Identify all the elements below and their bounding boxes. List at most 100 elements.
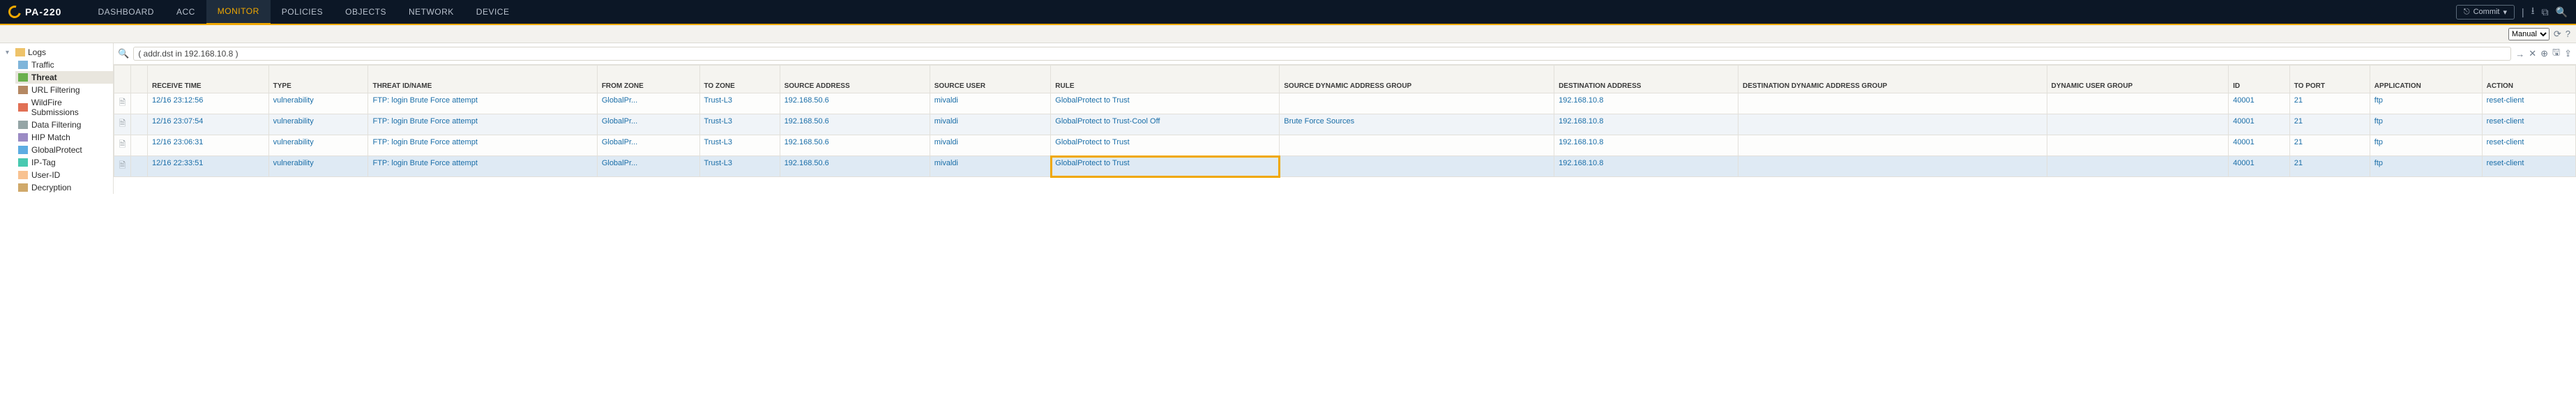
- cell-dug[interactable]: [2047, 114, 2229, 135]
- col-5[interactable]: FROM ZONE: [597, 66, 699, 93]
- nav-acc[interactable]: ACC: [165, 0, 206, 24]
- cell-type[interactable]: vulnerability: [268, 156, 368, 177]
- commit-button[interactable]: ⎋ Commit ▾: [2456, 5, 2515, 20]
- sidebar-item-url-filtering[interactable]: URL Filtering: [15, 84, 113, 96]
- cell-type[interactable]: vulnerability: [268, 135, 368, 156]
- cell-dst_addr[interactable]: 192.168.10.8: [1554, 156, 1738, 177]
- cell-app[interactable]: ftp: [2370, 135, 2482, 156]
- table-row[interactable]: 🗎12/16 23:07:54vulnerabilityFTP: login B…: [114, 114, 2576, 135]
- cell-threat[interactable]: FTP: login Brute Force attempt: [368, 135, 597, 156]
- cell-dst_addr[interactable]: 192.168.10.8: [1554, 114, 1738, 135]
- row-packet-icon[interactable]: [131, 135, 148, 156]
- cell-src_dag[interactable]: [1280, 93, 1554, 114]
- search-global-icon[interactable]: 🔍: [2556, 6, 2568, 18]
- cell-from_zone[interactable]: GlobalPr...: [597, 114, 699, 135]
- nav-policies[interactable]: POLICIES: [271, 0, 334, 24]
- cell-to_port[interactable]: 21: [2289, 93, 2370, 114]
- cell-receive_time[interactable]: 12/16 23:07:54: [148, 114, 269, 135]
- cell-src_dag[interactable]: [1280, 156, 1554, 177]
- cell-receive_time[interactable]: 12/16 23:12:56: [148, 93, 269, 114]
- cell-dug[interactable]: [2047, 93, 2229, 114]
- cell-src_user[interactable]: mivaldi: [930, 93, 1051, 114]
- col-3[interactable]: TYPE: [268, 66, 368, 93]
- cell-id[interactable]: 40001: [2229, 156, 2290, 177]
- cell-to_zone[interactable]: Trust-L3: [699, 135, 780, 156]
- col-13[interactable]: DYNAMIC USER GROUP: [2047, 66, 2229, 93]
- cell-rule[interactable]: GlobalProtect to Trust-Cool Off: [1051, 114, 1280, 135]
- sidebar-item-data-filtering[interactable]: Data Filtering: [15, 119, 113, 131]
- cell-type[interactable]: vulnerability: [268, 93, 368, 114]
- cell-src_user[interactable]: mivaldi: [930, 135, 1051, 156]
- col-16[interactable]: APPLICATION: [2370, 66, 2482, 93]
- sidebar-item-decryption[interactable]: Decryption: [15, 181, 113, 194]
- row-packet-icon[interactable]: [131, 93, 148, 114]
- add-filter-icon[interactable]: ⊕: [2540, 48, 2548, 59]
- download-icon[interactable]: ⭳: [2531, 3, 2535, 20]
- nav-dashboard[interactable]: DASHBOARD: [86, 0, 165, 24]
- nav-objects[interactable]: OBJECTS: [334, 0, 397, 24]
- col-15[interactable]: TO PORT: [2289, 66, 2370, 93]
- cell-from_zone[interactable]: GlobalPr...: [597, 156, 699, 177]
- cell-action[interactable]: reset-client: [2482, 156, 2575, 177]
- col-8[interactable]: SOURCE USER: [930, 66, 1051, 93]
- row-packet-icon[interactable]: [131, 156, 148, 177]
- refresh-icon[interactable]: ⟳: [2554, 29, 2561, 40]
- row-detail-icon[interactable]: 🗎: [114, 93, 131, 114]
- sidebar-item-traffic[interactable]: Traffic: [15, 59, 113, 71]
- sidebar-item-wildfire-submissions[interactable]: WildFire Submissions: [15, 96, 113, 119]
- save-filter-icon[interactable]: 🖫: [2552, 46, 2560, 61]
- cell-receive_time[interactable]: 12/16 22:33:51: [148, 156, 269, 177]
- cell-rule[interactable]: GlobalProtect to Trust: [1051, 156, 1280, 177]
- sidebar-item-user-id[interactable]: User-ID: [15, 169, 113, 181]
- cell-threat[interactable]: FTP: login Brute Force attempt: [368, 114, 597, 135]
- tree-root-logs[interactable]: ▾ Logs: [3, 46, 113, 59]
- cell-dug[interactable]: [2047, 156, 2229, 177]
- col-4[interactable]: THREAT ID/NAME: [368, 66, 597, 93]
- col-0[interactable]: [114, 66, 131, 93]
- cell-src_addr[interactable]: 192.168.50.6: [780, 114, 930, 135]
- col-11[interactable]: DESTINATION ADDRESS: [1554, 66, 1738, 93]
- cell-dst_dag[interactable]: [1738, 156, 2047, 177]
- cell-to_zone[interactable]: Trust-L3: [699, 93, 780, 114]
- col-10[interactable]: SOURCE DYNAMIC ADDRESS GROUP: [1280, 66, 1554, 93]
- col-12[interactable]: DESTINATION DYNAMIC ADDRESS GROUP: [1738, 66, 2047, 93]
- cell-dst_addr[interactable]: 192.168.10.8: [1554, 135, 1738, 156]
- cell-src_addr[interactable]: 192.168.50.6: [780, 156, 930, 177]
- filter-input[interactable]: [133, 47, 2511, 61]
- row-detail-icon[interactable]: 🗎: [114, 135, 131, 156]
- cell-from_zone[interactable]: GlobalPr...: [597, 135, 699, 156]
- nav-network[interactable]: NETWORK: [397, 0, 465, 24]
- cell-id[interactable]: 40001: [2229, 114, 2290, 135]
- cell-id[interactable]: 40001: [2229, 93, 2290, 114]
- cell-rule[interactable]: GlobalProtect to Trust: [1051, 135, 1280, 156]
- cell-to_port[interactable]: 21: [2289, 114, 2370, 135]
- cell-src_addr[interactable]: 192.168.50.6: [780, 135, 930, 156]
- sidebar-item-ip-tag[interactable]: IP-Tag: [15, 156, 113, 169]
- sidebar-item-hip-match[interactable]: HIP Match: [15, 131, 113, 144]
- cell-dst_dag[interactable]: [1738, 114, 2047, 135]
- cell-from_zone[interactable]: GlobalPr...: [597, 93, 699, 114]
- cell-to_port[interactable]: 21: [2289, 135, 2370, 156]
- cell-app[interactable]: ftp: [2370, 93, 2482, 114]
- clear-filter-icon[interactable]: ✕: [2529, 48, 2536, 59]
- col-7[interactable]: SOURCE ADDRESS: [780, 66, 930, 93]
- sidebar-item-globalprotect[interactable]: GlobalProtect: [15, 144, 113, 156]
- cell-dug[interactable]: [2047, 135, 2229, 156]
- cell-dst_dag[interactable]: [1738, 93, 2047, 114]
- table-row[interactable]: 🗎 12/16 23:06:31vulnerabilityFTP: login B…: [114, 135, 2576, 156]
- cell-threat[interactable]: FTP: login Brute Force attempt: [368, 156, 597, 177]
- nav-device[interactable]: DEVICE: [465, 0, 521, 24]
- nav-monitor[interactable]: MONITOR: [206, 0, 271, 24]
- col-17[interactable]: ACTION: [2482, 66, 2575, 93]
- cell-id[interactable]: 40001: [2229, 135, 2290, 156]
- export-icon[interactable]: ⇪: [2564, 48, 2572, 59]
- cell-action[interactable]: reset-client: [2482, 114, 2575, 135]
- cell-dst_dag[interactable]: [1738, 135, 2047, 156]
- cell-to_port[interactable]: 21: [2289, 156, 2370, 177]
- col-9[interactable]: RULE: [1051, 66, 1280, 93]
- cell-rule[interactable]: GlobalProtect to Trust: [1051, 93, 1280, 114]
- cell-receive_time[interactable]: 12/16 23:06:31: [148, 135, 269, 156]
- col-14[interactable]: ID: [2229, 66, 2290, 93]
- help-icon[interactable]: ?: [2566, 29, 2570, 39]
- col-2[interactable]: RECEIVE TIME: [148, 66, 269, 93]
